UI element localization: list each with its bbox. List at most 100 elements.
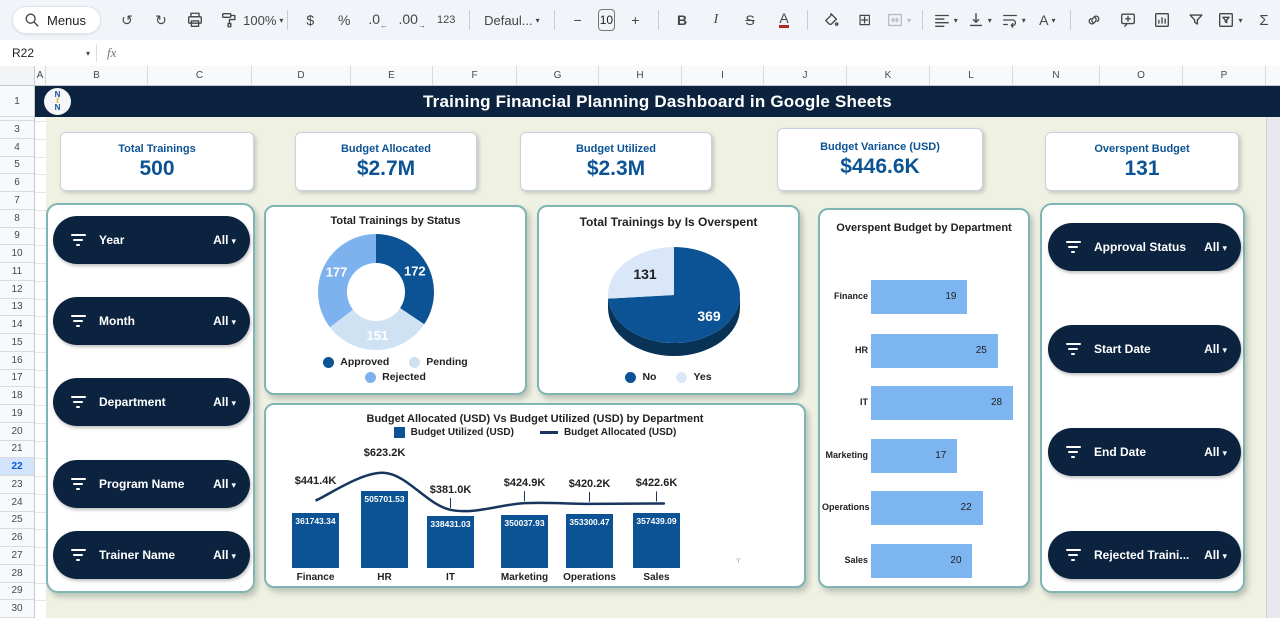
font-size-input[interactable]: 10 (598, 9, 616, 31)
more-formats-button[interactable]: 123 (430, 7, 462, 33)
row-header-1[interactable]: 1 (0, 86, 34, 117)
row-header-16[interactable]: 16 (0, 352, 34, 370)
format-percent-button[interactable]: % (328, 7, 360, 33)
row-header-5[interactable]: 5 (0, 157, 34, 175)
filter-value[interactable]: All▾ (1204, 445, 1227, 459)
row-header-18[interactable]: 18 (0, 387, 34, 405)
column-header-K[interactable]: K (847, 66, 930, 85)
decrease-decimal-button[interactable]: .0← (362, 7, 394, 33)
insert-chart-button[interactable] (1146, 7, 1178, 33)
row-header-24[interactable]: 24 (0, 494, 34, 512)
column-header-N[interactable]: N (1013, 66, 1100, 85)
row-header-30[interactable]: 30 (0, 600, 34, 618)
column-header-I[interactable]: I (682, 66, 764, 85)
row-header-15[interactable]: 15 (0, 334, 34, 352)
kpi-card-total-trainings[interactable]: Total Trainings 500 (60, 132, 254, 191)
kpi-card-budget-allocated[interactable]: Budget Allocated $2.7M (295, 132, 477, 191)
row-header-12[interactable]: 12 (0, 281, 34, 299)
text-wrap-button[interactable]: ▾ (997, 7, 1029, 33)
kpi-card-overspent-budget[interactable]: Overspent Budget 131 (1045, 132, 1239, 191)
column-header-P[interactable]: P (1183, 66, 1266, 85)
filter-value[interactable]: All▾ (213, 233, 236, 247)
borders-button[interactable]: ⊞ (849, 7, 881, 33)
filter-department[interactable]: DepartmentAll▾ (53, 378, 250, 426)
filter-value[interactable]: All▾ (213, 314, 236, 328)
select-all-corner[interactable] (0, 66, 35, 86)
column-header-C[interactable]: C (148, 66, 252, 85)
row-header-6[interactable]: 6 (0, 174, 34, 192)
column-header-D[interactable]: D (252, 66, 351, 85)
format-currency-button[interactable]: $ (294, 7, 326, 33)
row-header-29[interactable]: 29 (0, 583, 34, 601)
decrease-font-size-button[interactable]: − (562, 7, 594, 33)
row-header-23[interactable]: 23 (0, 476, 34, 494)
functions-button[interactable]: Σ (1248, 7, 1280, 33)
row-header-10[interactable]: 10 (0, 245, 34, 263)
column-header-F[interactable]: F (433, 66, 517, 85)
row-header-3[interactable]: 3 (0, 121, 34, 139)
filter-rejected-traini-[interactable]: Rejected Traini...All▾ (1048, 531, 1241, 579)
row-header-22[interactable]: 22 (0, 458, 34, 476)
row-header-13[interactable]: 13 (0, 299, 34, 317)
filter-value[interactable]: All▾ (1204, 342, 1227, 356)
italic-button[interactable]: I (700, 7, 732, 33)
row-header-21[interactable]: 21 (0, 441, 34, 459)
row-header-19[interactable]: 19 (0, 405, 34, 423)
department-bar-chart-card[interactable]: Overspent Budget by Department Finance19… (818, 208, 1030, 588)
increase-decimal-button[interactable]: .00→ (396, 7, 428, 33)
menus-button[interactable]: Menus (12, 6, 101, 34)
create-filter-button[interactable] (1180, 7, 1212, 33)
filter-year[interactable]: YearAll▾ (53, 216, 250, 264)
filter-value[interactable]: All▾ (213, 477, 236, 491)
row-header-28[interactable]: 28 (0, 565, 34, 583)
filter-end-date[interactable]: End DateAll▾ (1048, 428, 1241, 476)
text-color-button[interactable]: A (768, 7, 800, 33)
print-button[interactable] (179, 7, 211, 33)
increase-font-size-button[interactable]: + (619, 7, 651, 33)
filter-start-date[interactable]: Start DateAll▾ (1048, 325, 1241, 373)
row-header-9[interactable]: 9 (0, 228, 34, 246)
vertical-align-button[interactable]: ▾ (963, 7, 995, 33)
insert-link-button[interactable] (1078, 7, 1110, 33)
column-header-A[interactable]: A (35, 66, 46, 85)
column-header-O[interactable]: O (1100, 66, 1183, 85)
filter-value[interactable]: All▾ (1204, 548, 1227, 562)
undo-button[interactable]: ↺ (111, 7, 143, 33)
filter-value[interactable]: All▾ (213, 395, 236, 409)
redo-button[interactable]: ↻ (145, 7, 177, 33)
column-header-J[interactable]: J (764, 66, 847, 85)
kpi-card-budget-variance[interactable]: Budget Variance (USD) $446.6K (777, 128, 983, 191)
row-header-26[interactable]: 26 (0, 529, 34, 547)
strikethrough-button[interactable]: S (734, 7, 766, 33)
fill-color-button[interactable] (815, 7, 847, 33)
row-header-17[interactable]: 17 (0, 370, 34, 388)
insert-comment-button[interactable] (1112, 7, 1144, 33)
row-header-4[interactable]: 4 (0, 139, 34, 157)
text-rotation-button[interactable]: A▾ (1031, 7, 1063, 33)
row-header-11[interactable]: 11 (0, 263, 34, 281)
row-header-7[interactable]: 7 (0, 192, 34, 210)
donut-chart-card[interactable]: Total Trainings by Status 172151177 Appr… (264, 205, 527, 395)
paint-format-button[interactable] (213, 7, 245, 33)
combo-chart-card[interactable]: Budget Allocated (USD) Vs Budget Utilize… (264, 403, 806, 588)
filter-trainer-name[interactable]: Trainer NameAll▾ (53, 531, 250, 579)
column-header-L[interactable]: L (930, 66, 1013, 85)
filter-value[interactable]: All▾ (1204, 240, 1227, 254)
row-header-27[interactable]: 27 (0, 547, 34, 565)
merge-cells-button[interactable]: ▾ (883, 7, 915, 33)
column-header-E[interactable]: E (351, 66, 433, 85)
zoom-select[interactable]: 100%▾ (247, 7, 280, 33)
row-header-25[interactable]: 25 (0, 512, 34, 530)
kpi-card-budget-utilized[interactable]: Budget Utilized $2.3M (520, 132, 712, 191)
name-box[interactable]: R22 ▾ (0, 46, 96, 60)
horizontal-align-button[interactable]: ▾ (929, 7, 961, 33)
row-header-8[interactable]: 8 (0, 210, 34, 228)
row-header-20[interactable]: 20 (0, 423, 34, 441)
column-header-G[interactable]: G (517, 66, 599, 85)
pie-chart-card[interactable]: Total Trainings by Is Overspent 131369 N… (537, 205, 800, 395)
filter-value[interactable]: All▾ (213, 548, 236, 562)
filter-month[interactable]: MonthAll▾ (53, 297, 250, 345)
filter-approval-status[interactable]: Approval StatusAll▾ (1048, 223, 1241, 271)
font-family-select[interactable]: Defaul...▾ (477, 7, 547, 33)
column-header-B[interactable]: B (46, 66, 148, 85)
